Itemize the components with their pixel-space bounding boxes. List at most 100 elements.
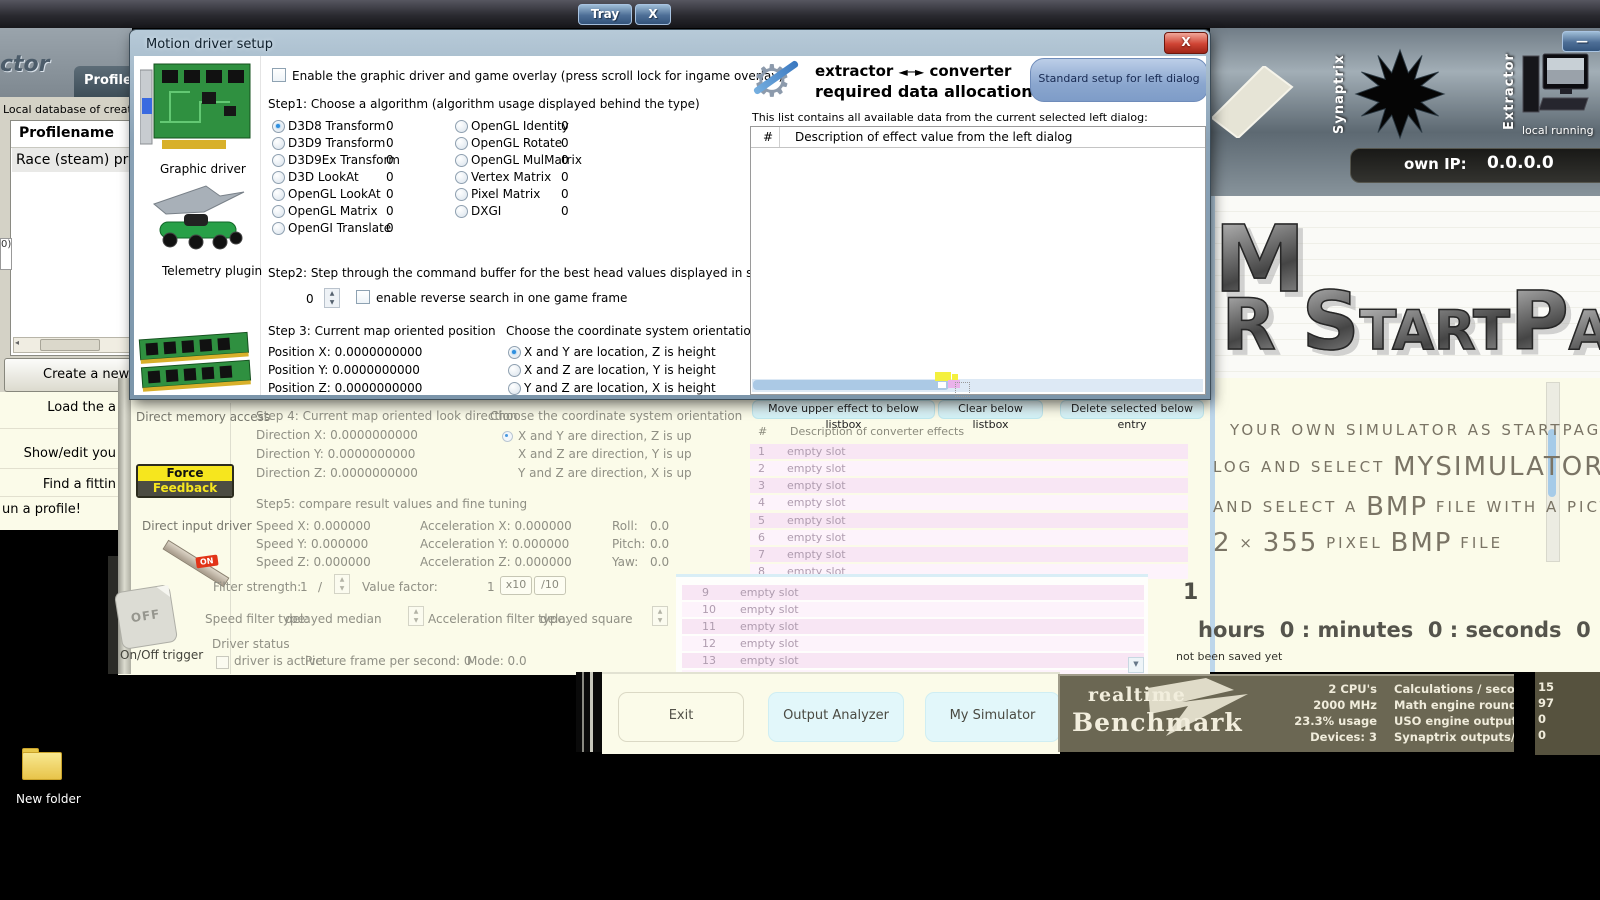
slot-row[interactable]: 2empty slot [750, 461, 1188, 476]
window-edge [576, 672, 602, 752]
reverse-search-checkbox[interactable] [356, 290, 370, 304]
scrollbar-thumb[interactable] [40, 339, 100, 351]
profile-row[interactable]: Race (steam) pro [12, 148, 136, 172]
profile-list[interactable]: Profilename Race (steam) pro ◂ [10, 120, 134, 356]
accel-filter-stepper[interactable]: ▲▼ [652, 606, 668, 626]
radio-algo-d3d9ex[interactable] [272, 154, 285, 167]
slot-row[interactable]: 9empty slot [682, 585, 1144, 600]
speed-filter-value[interactable]: delayed median [285, 612, 382, 626]
radio-algo-d3dlookat[interactable] [272, 171, 285, 184]
speed-y: Speed Y: 0.000000 [256, 537, 368, 551]
slot-row[interactable]: 1empty slot [750, 444, 1188, 459]
profile-list-header[interactable]: Profilename [11, 121, 133, 148]
radio-direction-3-label[interactable]: Y and Z are direction, X is up [518, 466, 692, 480]
run-profile-label: un a profile! [2, 502, 116, 517]
find-fitting-button[interactable]: Find a fittin [0, 477, 116, 492]
accel-x: Acceleration X: 0.000000 [420, 519, 572, 533]
accel-filter-value[interactable]: delayed square [540, 612, 632, 626]
radio-algo-glrotate[interactable] [455, 137, 468, 150]
speed-filter-stepper[interactable]: ▲▼ [408, 606, 424, 626]
telemetry-icon[interactable] [146, 182, 250, 260]
accel-y: Acceleration Y: 0.000000 [420, 537, 569, 551]
effects-list[interactable]: # Description of effect value from the l… [750, 126, 1206, 395]
frame-line [590, 672, 593, 752]
off-sticker-icon[interactable]: OFF [114, 584, 178, 650]
radio-orient-3[interactable] [508, 382, 521, 395]
step3-title: Step 3: Current map oriented position [268, 324, 496, 338]
step2-stepper[interactable]: ▲▼ [324, 288, 340, 308]
new-folder-label[interactable]: New folder [16, 792, 81, 806]
radio-algo-dxgi[interactable] [455, 205, 468, 218]
radio-algo-glmatrix[interactable] [272, 205, 285, 218]
scrollbar-thumb[interactable] [753, 380, 949, 390]
motion-driver-dialog: Motion driver setup X Graphic driver [130, 30, 1210, 399]
yaw-label: Yaw: [612, 555, 638, 569]
line4-2: 2 [1213, 528, 1232, 558]
filter-strength-stepper[interactable]: ▲▼ [334, 574, 350, 594]
memory-icon[interactable] [138, 328, 254, 394]
radio-algo-glidentity[interactable] [455, 120, 468, 133]
divider [0, 496, 118, 497]
driver-active-checkbox[interactable] [216, 656, 229, 669]
effects-list-header[interactable]: # Description of effect value from the l… [751, 127, 1205, 148]
benchmark-label: Synaptrix outputs/s [1394, 730, 1514, 744]
value-factor-value: 1 [487, 580, 495, 594]
startpage-title: RSTARTPAGE [1222, 282, 1600, 362]
scroll-down-arrow-icon[interactable]: ▼ [1128, 657, 1144, 673]
column-number: # [763, 130, 773, 144]
move-effect-button[interactable]: Move upper effect to below listbox [752, 400, 935, 419]
fps-label: Picture frame per second: 0 [305, 654, 472, 668]
effects-hscrollbar[interactable] [752, 379, 1203, 392]
x10-button[interactable]: x10 [500, 576, 532, 595]
desktop: Tray X Synaptrix Extractor local running… [0, 0, 1600, 900]
minimize-button[interactable]: — [1562, 31, 1600, 52]
line4-pixel: PIXEL [1326, 534, 1383, 552]
radio-algo-vertexmatrix[interactable] [455, 171, 468, 184]
line4-file: FILE [1460, 534, 1503, 552]
slot-row[interactable]: 7empty slot [750, 547, 1188, 562]
slot-row[interactable]: 6empty slot [750, 530, 1188, 545]
radio-direction-2-label[interactable]: X and Z are direction, Y is up [518, 447, 692, 461]
slot-row[interactable]: 12empty slot [682, 636, 1144, 651]
clear-listbox-button[interactable]: Clear below listbox [938, 400, 1043, 419]
slot-row[interactable]: 3empty slot [750, 478, 1188, 493]
not-saved-note: not been saved yet [1176, 650, 1282, 663]
benchmark-value: 97 [1538, 696, 1554, 710]
window-close-button[interactable]: X [635, 4, 671, 25]
radio-algo-d3d8[interactable] [272, 120, 285, 133]
direct-input-driver-label: Direct input driver [142, 519, 252, 533]
standard-setup-button[interactable]: Standard setup for left dialog [1030, 58, 1206, 102]
output-analyzer-button[interactable]: Output Analyzer [768, 692, 904, 742]
radio-algo-gltranslate[interactable] [272, 222, 285, 235]
exit-button[interactable]: Exit [618, 692, 744, 742]
profile-hscrollbar[interactable]: ◂ [13, 337, 131, 353]
radio-algo-d3d9[interactable] [272, 137, 285, 150]
dialog-close-button[interactable]: X [1164, 32, 1208, 54]
show-edit-button[interactable]: Show/edit you [0, 446, 116, 461]
radio-orient-1[interactable] [508, 346, 521, 359]
radio-algo-gllookat[interactable] [272, 188, 285, 201]
speed-x: Speed X: 0.000000 [256, 519, 371, 533]
new-folder-icon[interactable] [22, 748, 62, 780]
converter-list-lower-window[interactable]: 9empty slot 10empty slot 11empty slot 12… [676, 574, 1148, 677]
tray-button[interactable]: Tray [578, 4, 632, 25]
slot-row[interactable]: 10empty slot [682, 602, 1144, 617]
speed-z: Speed Z: 0.000000 [256, 555, 371, 569]
radio-direction-1[interactable] [502, 431, 513, 442]
slot-row[interactable]: 11empty slot [682, 619, 1144, 634]
radio-algo-pixelmatrix[interactable] [455, 188, 468, 201]
scroll-left-arrow-icon[interactable]: ◂ [15, 338, 19, 347]
graphics-card-icon[interactable] [140, 62, 252, 156]
load-profile-button[interactable]: Load the a [0, 400, 116, 415]
slot-row[interactable]: 4empty slot [750, 495, 1188, 510]
divider [0, 428, 118, 429]
delete-entry-button[interactable]: Delete selected below entry [1060, 400, 1204, 419]
force-feedback-logo[interactable]: Force Feedback [136, 464, 234, 498]
radio-orient-2[interactable] [508, 364, 521, 377]
slot-row[interactable]: 13empty slot [682, 653, 1144, 668]
my-simulator-button[interactable]: My Simulator [925, 692, 1060, 742]
overlay-checkbox[interactable] [272, 68, 286, 82]
div10-button[interactable]: /10 [534, 576, 566, 595]
radio-algo-glmulmatrix[interactable] [455, 154, 468, 167]
slot-row[interactable]: 5empty slot [750, 513, 1188, 528]
